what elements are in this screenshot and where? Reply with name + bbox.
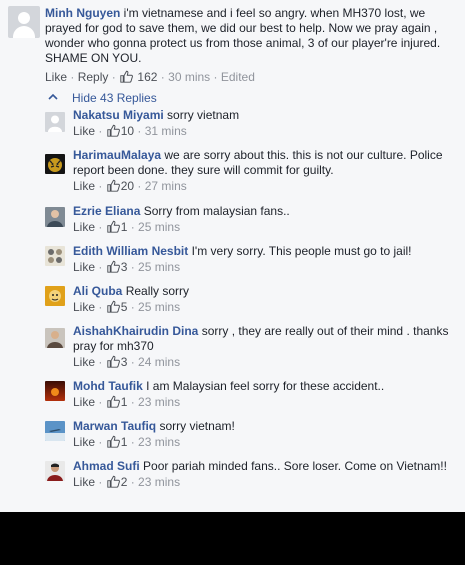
reply-author[interactable]: Edith William Nesbit [73,244,188,258]
reply-actions: Like · 1 · 23 mins [73,395,181,409]
reply-time[interactable]: 23 mins [138,395,180,409]
reply-actions: Like · 1 · 25 mins [73,220,181,234]
reply-item: Marwan Taufiq sorry vietnam! Like · 1 · … [44,419,459,459]
like-button[interactable]: Like [73,220,95,234]
like-button[interactable]: Like [45,70,67,84]
pattern-avatar[interactable] [45,246,65,266]
reply-item: HarimauMalaya we are sorry about this. t… [44,148,459,204]
like-count[interactable]: 1 [121,395,128,409]
person-avatar[interactable] [45,328,65,348]
edited-label[interactable]: Edited [221,70,255,84]
portrait-avatar[interactable] [45,461,65,481]
person-avatar[interactable] [45,207,65,227]
comment-author[interactable]: Minh Nguyen [45,6,120,20]
reply-actions: Like · 20 · 27 mins [73,179,187,193]
reply-author[interactable]: Nakatsu Miyami [73,108,164,122]
like-button[interactable]: Like [73,260,95,274]
tiger-avatar[interactable] [45,154,65,174]
reply-actions: Like · 3 · 24 mins [73,355,181,369]
thumbs-up-icon [107,355,120,368]
reply-author[interactable]: Mohd Taufik [73,379,143,393]
like-count[interactable]: 10 [121,124,134,138]
like-button[interactable]: Like [73,395,95,409]
thumbs-up-icon [107,475,120,488]
comment-time[interactable]: 30 mins [168,70,210,84]
comment-actions: Like · Reply · 162 · 30 mins · Edited [45,70,255,84]
like-count[interactable]: 3 [121,260,128,274]
reply-author[interactable]: Ezrie Eliana [73,204,140,218]
like-count[interactable]: 1 [121,220,128,234]
chevron-up-icon [46,90,60,104]
like-count[interactable]: 2 [121,475,128,489]
reply-time[interactable]: 25 mins [138,220,180,234]
reply-actions: Like · 3 · 25 mins [73,260,181,274]
reply-item: AishahKhairudin Dina sorry , they are re… [44,324,459,379]
reply-item: Mohd Taufik I am Malaysian feel sorry fo… [44,379,459,419]
reply-button[interactable]: Reply [78,70,109,84]
like-button[interactable]: Like [73,300,95,314]
reply-item: Nakatsu Miyami sorry vietnam Like · 10 ·… [44,108,459,148]
like-count[interactable]: 5 [121,300,128,314]
like-count[interactable]: 3 [121,355,128,369]
replies-list: Nakatsu Miyami sorry vietnam Like · 10 ·… [44,108,459,512]
like-button[interactable]: Like [73,355,95,369]
reply-author[interactable]: HarimauMalaya [73,148,161,162]
like-button[interactable]: Like [73,179,95,193]
sunset-avatar[interactable] [45,381,65,401]
like-button[interactable]: Like [73,124,95,138]
reply-time[interactable]: 31 mins [145,124,187,138]
thumbs-up-icon [107,260,120,273]
like-button[interactable]: Like [73,475,95,489]
sky-avatar[interactable] [45,421,65,441]
reply-item: Ahmad Sufi Poor pariah minded fans.. Sor… [44,459,459,512]
reply-time[interactable]: 23 mins [138,475,180,489]
comments-panel: Minh Nguyen i'm vietnamese and i feel so… [0,0,465,512]
reply-text: sorry vietnam [167,108,240,122]
thumbs-up-icon [107,300,120,313]
cartoon-avatar[interactable] [45,286,65,306]
reply-text: sorry vietnam! [159,419,235,433]
default-avatar[interactable] [45,112,65,132]
reply-actions: Like · 10 · 31 mins [73,124,187,138]
reply-time[interactable]: 24 mins [138,355,180,369]
reply-author[interactable]: Marwan Taufiq [73,419,156,433]
like-count[interactable]: 1 [121,435,128,449]
like-button[interactable]: Like [73,435,95,449]
thumbs-up-icon [120,70,133,83]
hide-replies-label[interactable]: Hide 43 Replies [72,91,157,105]
reply-time[interactable]: 25 mins [138,260,180,274]
reply-actions: Like · 1 · 23 mins [73,435,181,449]
reply-time[interactable]: 27 mins [145,179,187,193]
reply-text: Really sorry [125,284,190,298]
black-band [0,512,465,565]
default-avatar[interactable] [8,6,40,38]
reply-time[interactable]: 23 mins [138,435,180,449]
thumbs-up-icon [107,124,120,137]
top-comment: Minh Nguyen i'm vietnamese and i feel so… [8,6,460,84]
reply-author[interactable]: Ali Quba [73,284,122,298]
like-count[interactable]: 162 [137,70,157,84]
reply-author[interactable]: Ahmad Sufi [73,459,140,473]
thumbs-up-icon [107,220,120,233]
reply-text: I'm very sorry. This people must go to j… [191,244,412,258]
reply-time[interactable]: 25 mins [138,300,180,314]
reply-text: Poor pariah minded fans.. Sore loser. Co… [143,459,447,473]
reply-item: Ezrie Eliana Sorry from malaysian fans..… [44,204,459,244]
like-count[interactable]: 20 [121,179,134,193]
reply-actions: Like · 2 · 23 mins [73,475,181,489]
reply-author[interactable]: AishahKhairudin Dina [73,324,198,338]
reply-text: Sorry from malaysian fans.. [143,204,290,218]
reply-actions: Like · 5 · 25 mins [73,300,181,314]
hide-replies-toggle[interactable]: Hide 43 Replies [46,90,157,105]
thumbs-up-icon [107,435,120,448]
thumbs-up-icon [107,179,120,192]
thumbs-up-icon [107,395,120,408]
reply-item: Ali Quba Really sorry Like · 5 · 25 mins [44,284,459,324]
reply-item: Edith William Nesbit I'm very sorry. Thi… [44,244,459,284]
reply-text: I am Malaysian feel sorry for these acci… [146,379,385,393]
